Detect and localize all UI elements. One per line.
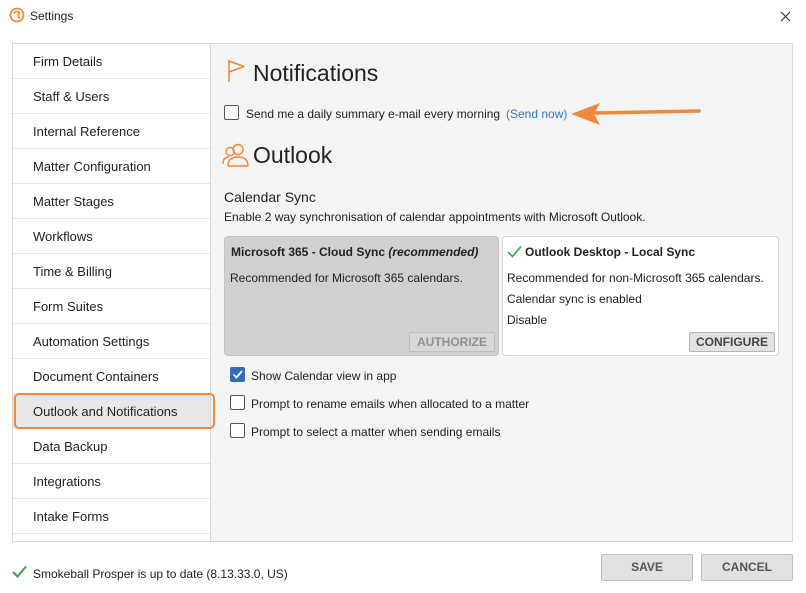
authorize-button[interactable]: AUTHORIZE xyxy=(409,332,495,352)
smokeball-logo xyxy=(9,7,25,23)
cancel-button[interactable]: CANCEL xyxy=(701,554,793,581)
sidebar-item-workflows[interactable]: Workflows xyxy=(13,219,210,254)
select-matter-label: Prompt to select a matter when sending e… xyxy=(251,425,501,439)
desktop-sync-title: Outlook Desktop - Local Sync xyxy=(525,245,696,259)
sidebar-item-outlook-notifications[interactable]: Outlook and Notifications xyxy=(13,394,210,429)
daily-summary-checkbox[interactable] xyxy=(224,105,239,120)
annotation-arrow-icon xyxy=(571,103,701,125)
notifications-heading: Notifications xyxy=(253,60,379,86)
sidebar-item-internal-reference[interactable]: Internal Reference xyxy=(13,114,210,149)
users-icon xyxy=(222,143,249,167)
close-button[interactable] xyxy=(770,2,800,30)
sidebar-item-automation-settings[interactable]: Automation Settings xyxy=(13,324,210,359)
sidebar: Firm Details Staff & Users Internal Refe… xyxy=(13,44,211,541)
update-status-text: Smokeball Prosper is up to date (8.13.33… xyxy=(33,567,288,581)
show-calendar-checkbox[interactable] xyxy=(230,367,245,382)
cloud-sync-card: Microsoft 365 - Cloud Sync (recommended)… xyxy=(224,236,499,356)
checkbox-check-icon xyxy=(232,370,243,379)
flag-icon xyxy=(228,60,245,82)
window-title: Settings xyxy=(30,9,74,23)
close-icon xyxy=(780,11,790,21)
sidebar-item-data-backup[interactable]: Data Backup xyxy=(13,429,210,464)
sync-status-text: Calendar sync is enabled xyxy=(507,292,642,306)
disable-link[interactable]: Disable xyxy=(507,313,547,327)
save-button[interactable]: SAVE xyxy=(601,554,693,581)
desktop-sync-card: Outlook Desktop - Local Sync Recommended… xyxy=(502,236,779,356)
cloud-sync-title: Microsoft 365 - Cloud Sync (recommended) xyxy=(231,245,479,259)
sidebar-item-integrations[interactable]: Integrations xyxy=(13,464,210,499)
title-bar: Settings xyxy=(0,0,806,32)
rename-emails-checkbox[interactable] xyxy=(230,395,245,410)
sidebar-item-matter-stages[interactable]: Matter Stages xyxy=(13,184,210,219)
checkmark-icon xyxy=(507,245,522,258)
sidebar-item-document-containers[interactable]: Document Containers xyxy=(13,359,210,394)
sidebar-item-intake-forms[interactable]: Intake Forms xyxy=(13,499,210,534)
sidebar-item-staff-users[interactable]: Staff & Users xyxy=(13,79,210,114)
desktop-sync-description: Recommended for non-Microsoft 365 calend… xyxy=(507,271,764,285)
cloud-sync-description: Recommended for Microsoft 365 calendars. xyxy=(230,271,463,285)
daily-summary-label: Send me a daily summary e-mail every mor… xyxy=(246,107,501,121)
sidebar-item-matter-configuration[interactable]: Matter Configuration xyxy=(13,149,210,184)
calendar-sync-description: Enable 2 way synchronisation of calendar… xyxy=(224,210,646,224)
configure-button[interactable]: CONFIGURE xyxy=(689,332,775,352)
outlook-heading: Outlook xyxy=(253,142,333,168)
recommended-tag: (recommended) xyxy=(388,245,479,259)
send-now-link[interactable]: (Send now) xyxy=(506,107,567,121)
calendar-sync-title: Calendar Sync xyxy=(224,189,316,205)
status-checkmark-icon xyxy=(12,565,27,578)
show-calendar-label: Show Calendar view in app xyxy=(251,369,397,383)
rename-emails-label: Prompt to rename emails when allocated t… xyxy=(251,397,530,411)
select-matter-checkbox[interactable] xyxy=(230,423,245,438)
sidebar-item-form-suites[interactable]: Form Suites xyxy=(13,289,210,324)
sidebar-item-firm-details[interactable]: Firm Details xyxy=(13,44,210,79)
sidebar-item-time-billing[interactable]: Time & Billing xyxy=(13,254,210,289)
